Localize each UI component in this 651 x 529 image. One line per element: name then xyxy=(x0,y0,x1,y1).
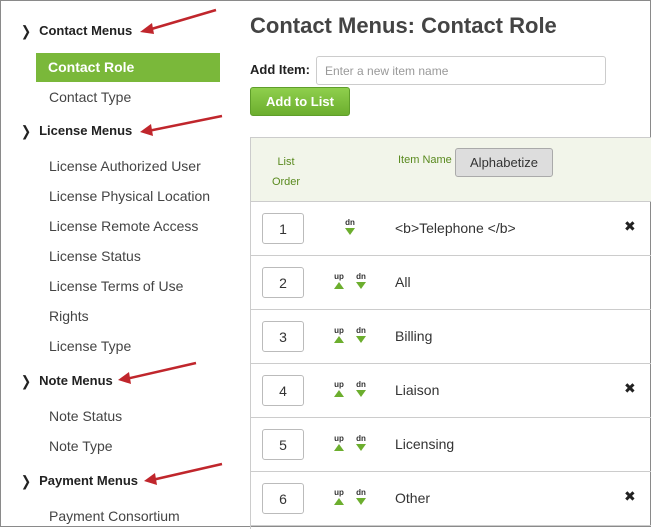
sidebar-group-note-menus[interactable]: ❯ Note Menus xyxy=(21,372,113,389)
arrow-down-icon xyxy=(356,336,366,343)
move-down-button[interactable]: dn xyxy=(354,489,368,505)
sidebar-group-payment-menus[interactable]: ❯ Payment Menus xyxy=(21,472,139,489)
move-up-button[interactable]: up xyxy=(332,273,346,289)
item-name: All xyxy=(395,274,411,290)
sidebar-item-note-status[interactable]: Note Status xyxy=(49,408,122,424)
table-row: 4 up dn Liaison ✖ xyxy=(251,364,651,418)
move-up-label: up xyxy=(334,380,344,389)
chevron-right-icon: ❯ xyxy=(21,472,32,489)
table-row: 6 up dn Other ✖ xyxy=(251,472,651,526)
move-up-button[interactable]: up xyxy=(332,435,346,451)
table-row: 5 up dn Licensing xyxy=(251,418,651,472)
move-down-button[interactable]: dn xyxy=(343,219,357,235)
arrow-up-icon xyxy=(334,336,344,343)
move-down-button[interactable]: dn xyxy=(354,381,368,397)
table-row: 3 up dn Billing xyxy=(251,310,651,364)
move-up-button[interactable]: up xyxy=(332,489,346,505)
annotation-arrow xyxy=(140,114,223,136)
sidebar-group-contact-menus[interactable]: ❯ Contact Menus xyxy=(21,22,133,39)
window-frame: ❯ Contact Menus Contact Role Contact Typ… xyxy=(0,0,651,529)
sidebar-item-license-remote-access[interactable]: License Remote Access xyxy=(49,218,198,234)
list-order-header-line2: Order xyxy=(271,176,301,188)
item-name: Licensing xyxy=(395,436,455,452)
add-item-input[interactable] xyxy=(316,56,606,85)
item-name: Billing xyxy=(395,328,433,344)
arrow-down-icon xyxy=(345,228,355,235)
arrow-down-icon xyxy=(356,498,366,505)
table-row: 1 dn <b>Telephone </b> ✖ xyxy=(251,202,651,256)
arrow-up-icon xyxy=(334,498,344,505)
move-up-button[interactable]: up xyxy=(332,381,346,397)
move-down-label: dn xyxy=(356,272,366,281)
sidebar-group-label: Note Menus xyxy=(39,373,113,388)
sidebar-item-contact-type[interactable]: Contact Type xyxy=(49,89,131,105)
table-row: 2 up dn All xyxy=(251,256,651,310)
sidebar-item-license-authorized-user[interactable]: License Authorized User xyxy=(49,158,201,174)
move-down-label: dn xyxy=(356,380,366,389)
arrow-down-icon xyxy=(356,390,366,397)
order-input[interactable]: 6 xyxy=(262,483,304,514)
move-down-label: dn xyxy=(356,326,366,335)
move-down-button[interactable]: dn xyxy=(354,327,368,343)
sidebar-item-license-type[interactable]: License Type xyxy=(49,338,131,354)
delete-icon[interactable]: ✖ xyxy=(624,488,636,505)
move-up-label: up xyxy=(334,488,344,497)
order-input[interactable]: 3 xyxy=(262,321,304,352)
list-order-header-line1: List xyxy=(277,156,295,168)
chevron-right-icon: ❯ xyxy=(21,122,32,139)
move-up-label: up xyxy=(334,434,344,443)
sidebar-item-payment-consortium[interactable]: Payment Consortium xyxy=(49,508,180,524)
annotation-arrow xyxy=(144,462,223,485)
sidebar-item-rights[interactable]: Rights xyxy=(49,308,89,324)
arrow-up-icon xyxy=(334,282,344,289)
move-down-label: dn xyxy=(356,488,366,497)
item-name: Liaison xyxy=(395,382,440,398)
chevron-right-icon: ❯ xyxy=(21,22,32,39)
order-input[interactable]: 2 xyxy=(262,267,304,298)
sidebar-group-label: License Menus xyxy=(39,123,133,138)
arrow-down-icon xyxy=(356,444,366,451)
move-down-button[interactable]: dn xyxy=(354,435,368,451)
sidebar-group-license-menus[interactable]: ❯ License Menus xyxy=(21,122,133,139)
sidebar-item-contact-role[interactable]: Contact Role xyxy=(36,53,220,82)
move-down-label: dn xyxy=(345,218,355,227)
order-input[interactable]: 5 xyxy=(262,429,304,460)
sidebar-item-license-terms-of-use[interactable]: License Terms of Use xyxy=(49,278,183,294)
delete-icon[interactable]: ✖ xyxy=(624,218,636,235)
sidebar-item-license-status[interactable]: License Status xyxy=(49,248,141,264)
move-up-button[interactable]: up xyxy=(332,327,346,343)
annotation-arrow xyxy=(140,8,217,34)
sidebar: ❯ Contact Menus Contact Role Contact Typ… xyxy=(1,1,231,526)
sidebar-item-note-type[interactable]: Note Type xyxy=(49,438,113,454)
delete-icon[interactable]: ✖ xyxy=(624,380,636,397)
items-table: List Order Item Name Alphabetize 1 dn <b… xyxy=(250,137,651,529)
item-name-header: Item Name xyxy=(398,154,452,166)
item-name: <b>Telephone </b> xyxy=(395,220,516,236)
add-item-label: Add Item: xyxy=(250,62,310,77)
page-title: Contact Menus: Contact Role xyxy=(250,13,557,38)
sidebar-group-label: Contact Menus xyxy=(39,23,133,38)
alphabetize-button[interactable]: Alphabetize xyxy=(455,148,553,177)
list-order-header: List Order xyxy=(271,152,301,192)
sidebar-group-label: Payment Menus xyxy=(39,473,139,488)
item-name: Other xyxy=(395,490,431,506)
arrow-down-icon xyxy=(356,282,366,289)
move-down-button[interactable]: dn xyxy=(354,273,368,289)
order-input[interactable]: 4 xyxy=(262,375,304,406)
annotation-arrow xyxy=(118,361,197,384)
arrow-up-icon xyxy=(334,390,344,397)
chevron-right-icon: ❯ xyxy=(21,372,32,389)
add-to-list-button[interactable]: Add to List xyxy=(250,87,350,116)
table-header: List Order Item Name Alphabetize xyxy=(251,138,651,202)
move-up-label: up xyxy=(334,272,344,281)
move-down-label: dn xyxy=(356,434,366,443)
sidebar-item-license-physical-location[interactable]: License Physical Location xyxy=(49,188,210,204)
arrow-up-icon xyxy=(334,444,344,451)
order-input[interactable]: 1 xyxy=(262,213,304,244)
move-up-label: up xyxy=(334,326,344,335)
